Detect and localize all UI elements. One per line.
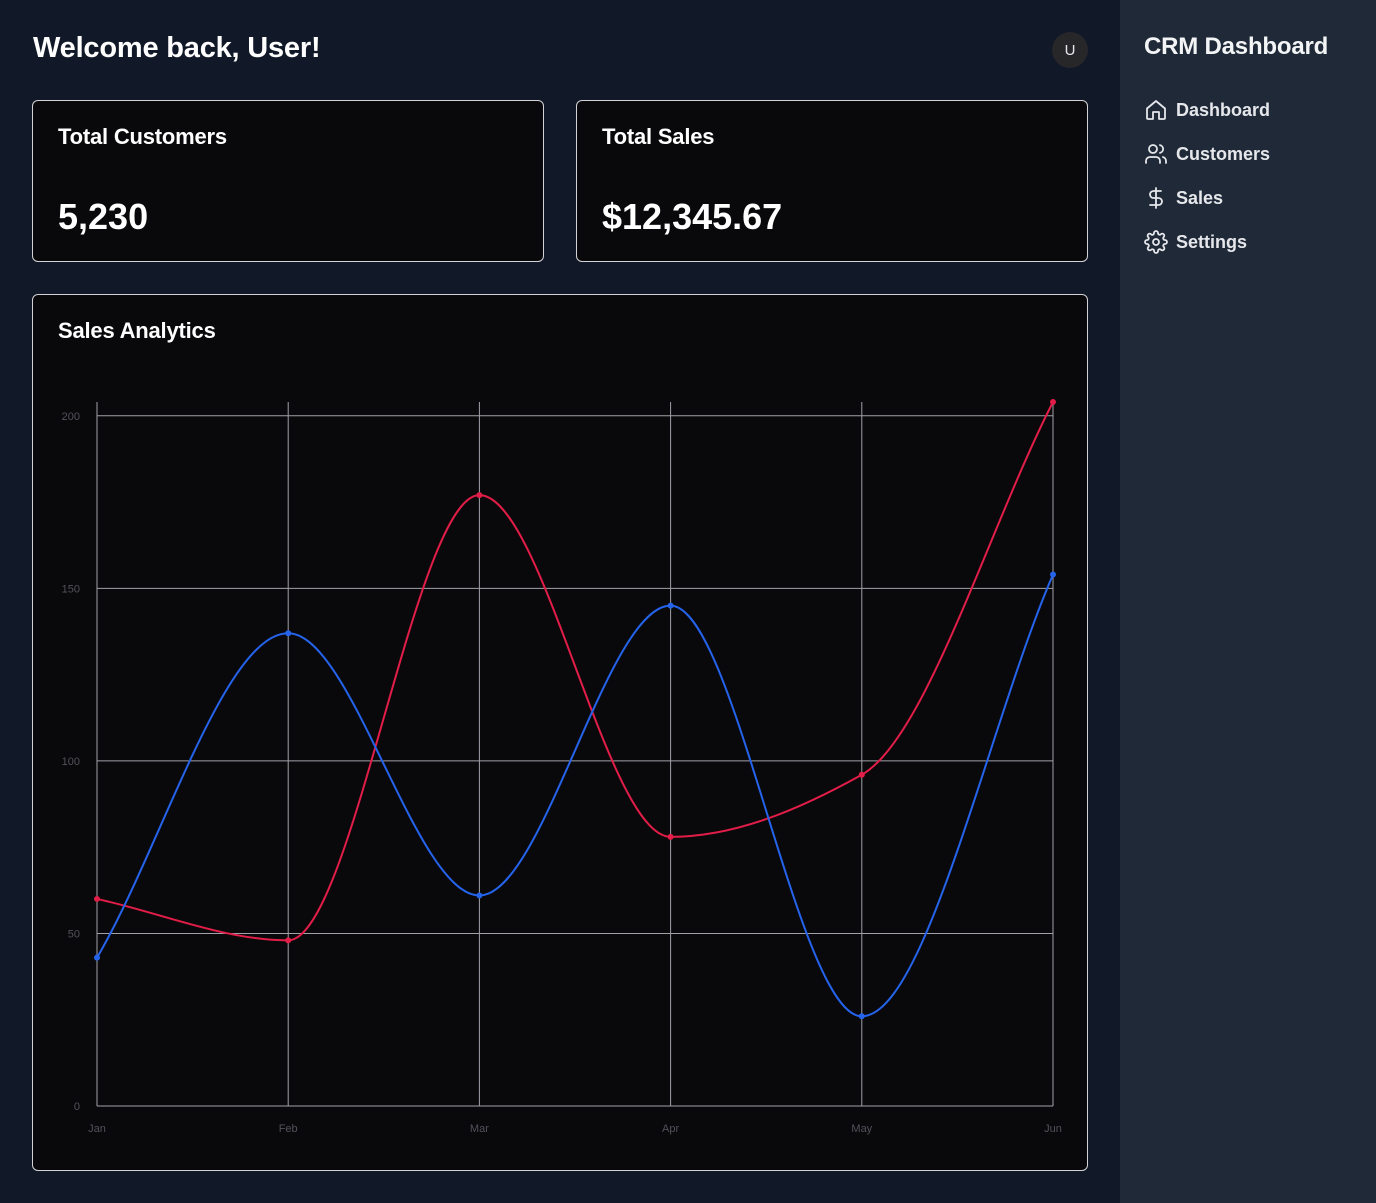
data-point [667, 602, 674, 609]
data-point [94, 895, 100, 902]
data-point [858, 1013, 865, 1020]
x-tick-label: May [851, 1123, 872, 1135]
total-sales-value: $12,345.67 [602, 196, 783, 237]
sidebar-item-settings[interactable]: Settings [1144, 220, 1270, 264]
y-tick-label: 200 [62, 411, 80, 423]
dollar-icon [1149, 187, 1163, 209]
sidebar-item-dashboard[interactable]: Dashboard [1144, 88, 1270, 132]
sidebar-item-customers[interactable]: Customers [1144, 132, 1270, 176]
total-customers-value: 5,230 [58, 196, 149, 237]
sidebar-item-sales[interactable]: Sales [1144, 176, 1270, 220]
data-point [1050, 571, 1056, 578]
y-tick-label: 50 [68, 928, 80, 940]
data-point [1050, 399, 1056, 405]
sidebar-title: CRM Dashboard [1144, 33, 1329, 60]
series-line-1 [96, 574, 1054, 1018]
y-tick-label: 150 [62, 583, 80, 595]
main-content: Welcome back, User! U Total Customers 5,… [0, 0, 1120, 1203]
series-line-0 [96, 401, 1054, 942]
data-point [667, 833, 674, 840]
x-tick-label: Jan [88, 1123, 106, 1135]
sidebar: CRM Dashboard Dashboard Customers Sales … [1120, 0, 1376, 1203]
sales-analytics-card: Sales Analytics 0 50 100 150 200 Jan Feb Mar Apr… [32, 294, 1088, 1171]
total-sales-card: Total Sales $12,345.67 [576, 100, 1088, 262]
sidebar-item-label: Settings [1176, 231, 1248, 252]
sidebar-item-label: Dashboard [1176, 99, 1271, 120]
x-tick-label: Jun [1044, 1123, 1062, 1135]
data-point [285, 630, 292, 637]
x-tick-label: Feb [279, 1123, 298, 1135]
total-customers-card: Total Customers 5,230 [32, 100, 544, 262]
app-root: Welcome back, User! U Total Customers 5,… [0, 0, 1376, 1203]
y-tick-label: 100 [62, 756, 80, 768]
data-point [285, 937, 292, 944]
home-icon [1146, 100, 1166, 120]
welcome-heading: Welcome back, User! [33, 32, 321, 64]
sidebar-item-label: Customers [1176, 143, 1271, 164]
data-point [94, 954, 100, 961]
total-customers-title: Total Customers [58, 124, 227, 149]
data-point [476, 492, 483, 499]
users-icon [1145, 144, 1167, 164]
total-sales-title: Total Sales [602, 124, 715, 149]
data-point [858, 771, 865, 778]
sales-analytics-chart: 0 50 100 150 200 Jan Feb Mar Apr May Jun [62, 399, 1062, 1135]
gear-icon [1144, 230, 1168, 254]
sidebar-nav: Dashboard Customers Sales Settings [1144, 88, 1270, 264]
y-tick-label: 0 [74, 1101, 80, 1113]
data-point [476, 892, 483, 899]
x-tick-label: Mar [470, 1123, 489, 1135]
x-tick-label: Apr [662, 1123, 679, 1135]
sidebar-item-label: Sales [1176, 187, 1224, 208]
avatar[interactable]: U [1052, 32, 1088, 68]
